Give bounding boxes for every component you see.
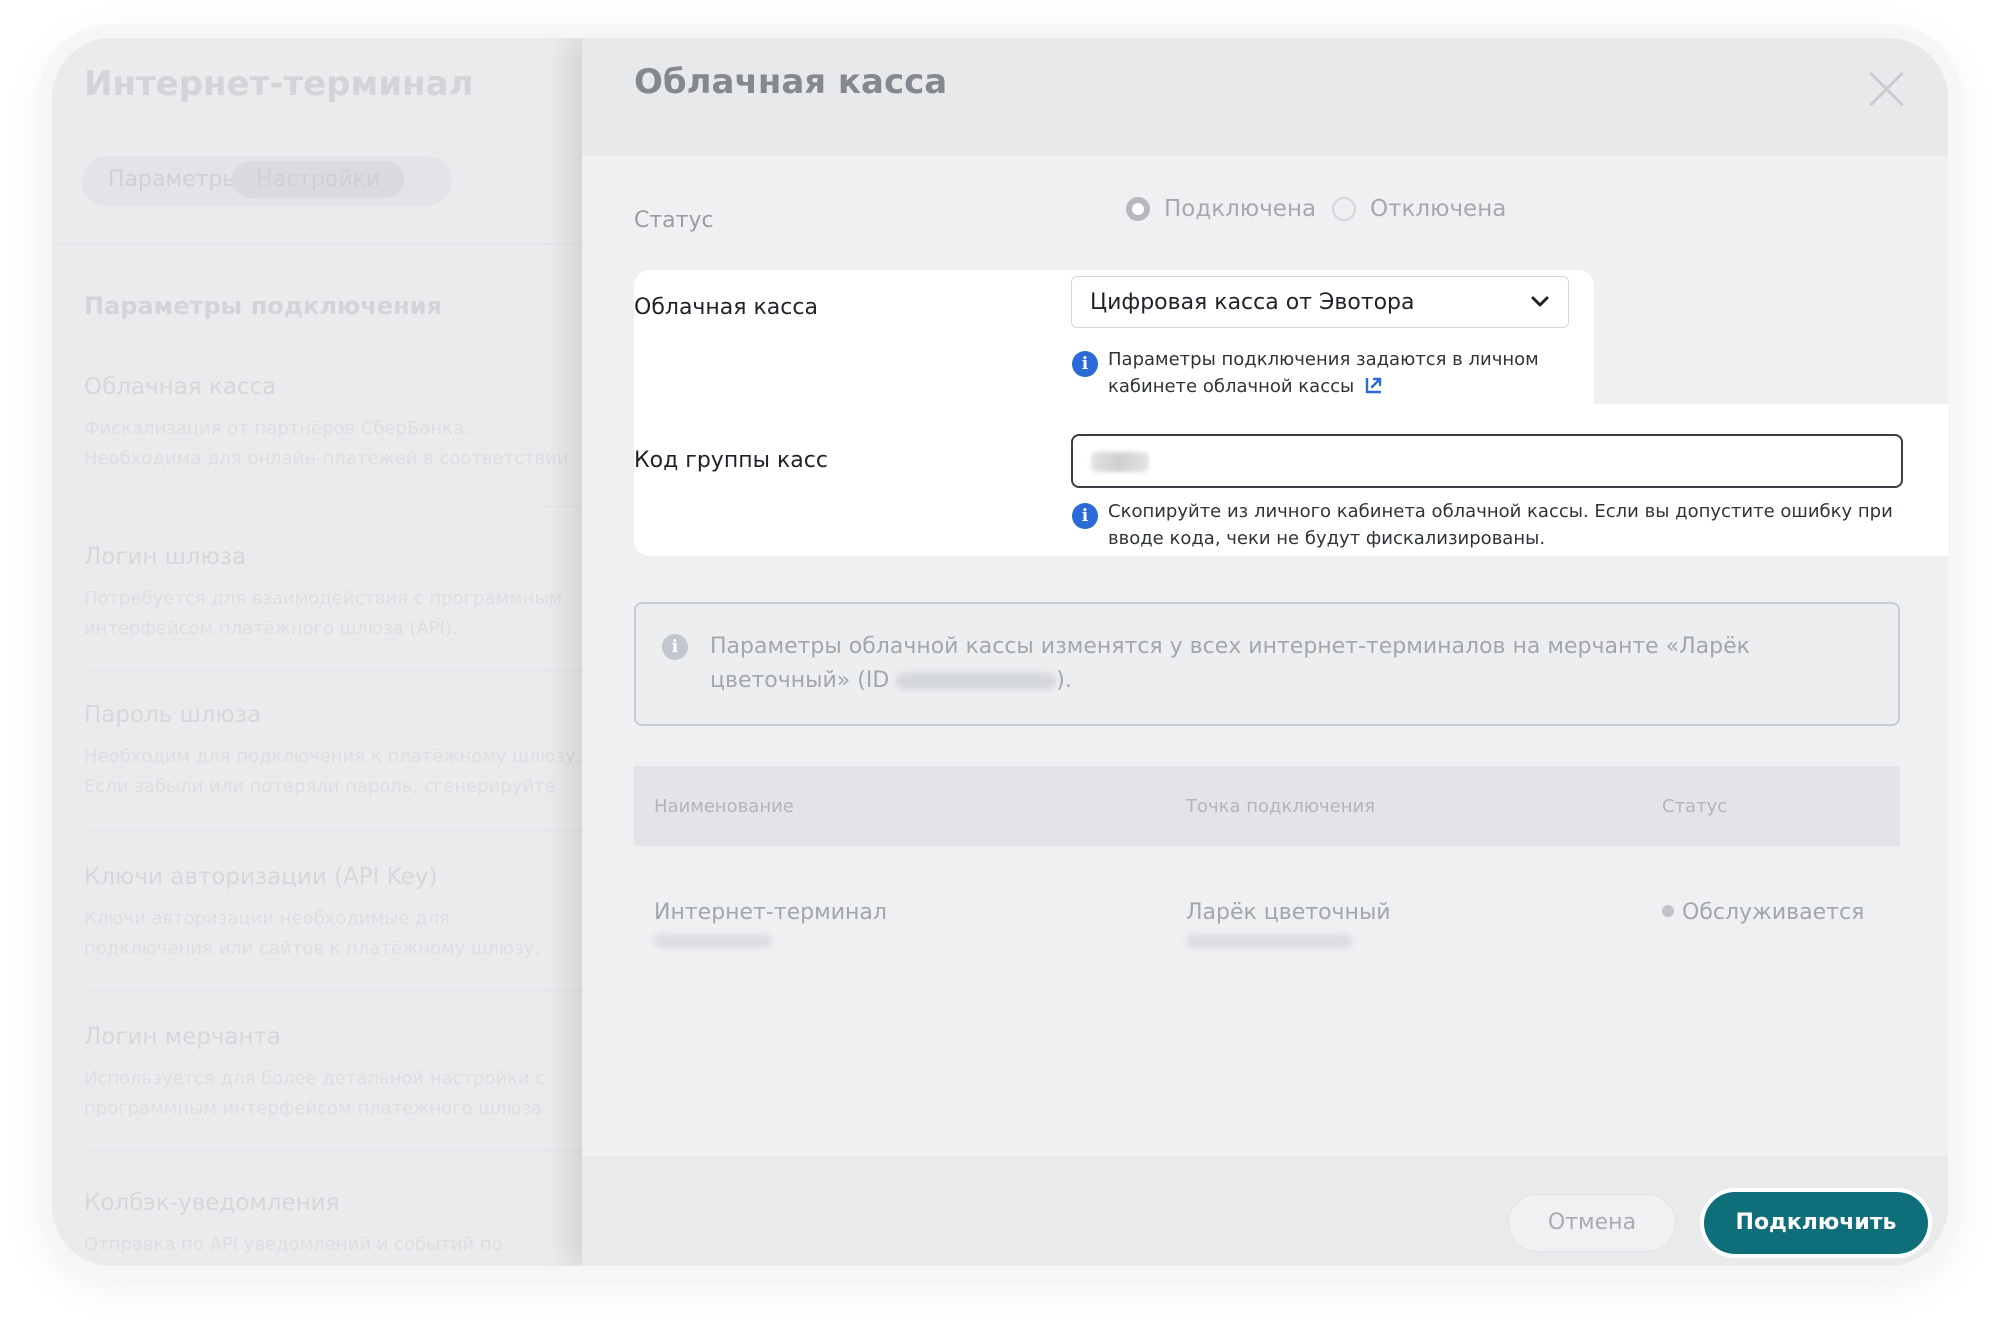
page-title: Интернет-терминал	[84, 64, 474, 104]
divider	[84, 830, 582, 831]
modal-footer: Отмена Подключить	[582, 1156, 1948, 1266]
settings-item-title: Логин шлюза	[84, 544, 247, 570]
tab-settings[interactable]: Настройки	[232, 161, 405, 198]
tab-bar: Параметры Настройки	[82, 156, 452, 206]
settings-item-title: Пароль шлюза	[84, 702, 262, 728]
column-header-point: Точка подключения	[1186, 796, 1376, 817]
connect-button[interactable]: Подключить	[1704, 1192, 1928, 1254]
settings-item-gateway-password[interactable]: Пароль шлюза Необходим для подключения к…	[84, 702, 584, 802]
background-page: Интернет-терминал Параметры Настройки Па…	[52, 38, 582, 1266]
settings-item-gateway-login[interactable]: Логин шлюза Потребуется для взаимодейств…	[84, 544, 584, 644]
settings-item-desc: Ключи авторизации необходимые для подклю…	[84, 908, 541, 959]
divider	[542, 506, 582, 507]
settings-item-title: Ключи авторизации (API Key)	[84, 864, 438, 890]
modal-body: i Параметры облачной кассы изменятся у в…	[582, 38, 1948, 1266]
notice-text-start: Параметры облачной кассы изменятся у все…	[710, 634, 1750, 693]
cell-status: Обслуживается	[1662, 900, 1864, 925]
tab-parameters[interactable]: Параметры	[108, 167, 240, 192]
cell-point-id-hidden	[1186, 934, 1352, 948]
section-title: Параметры подключения	[84, 292, 442, 320]
cancel-button[interactable]: Отмена	[1508, 1194, 1676, 1252]
divider	[84, 990, 582, 991]
cell-point: Ларёк цветочный	[1186, 900, 1391, 925]
notice-box: i Параметры облачной кассы изменятся у в…	[634, 602, 1900, 726]
settings-item-api-keys[interactable]: Ключи авторизации (API Key) Ключи автори…	[84, 864, 584, 964]
cell-name-id-hidden	[654, 934, 772, 948]
settings-item-desc: Отправка по API уведомлений и событий по…	[84, 1234, 503, 1266]
settings-item-cloud-register[interactable]: Облачная касса Фискализация от партнёров…	[84, 374, 584, 474]
settings-item-desc: Потребуется для взаимодействия с програм…	[84, 588, 563, 639]
divider	[84, 670, 582, 671]
divider	[52, 244, 582, 245]
app-window: Интернет-терминал Параметры Настройки Па…	[52, 38, 1948, 1266]
settings-item-desc: Используется для более детальной настрой…	[84, 1068, 546, 1119]
info-icon: i	[662, 634, 688, 660]
notice-text: Параметры облачной кассы изменятся у все…	[710, 630, 1880, 698]
column-header-name: Наименование	[654, 796, 794, 817]
settings-item-title: Логин мерчанта	[84, 1024, 282, 1050]
merchant-id-hidden	[896, 673, 1057, 689]
cell-name: Интернет-терминал	[654, 900, 887, 925]
notice-text-end: ).	[1056, 668, 1072, 693]
column-header-status: Статус	[1662, 796, 1728, 817]
settings-item-title: Колбэк-уведомления	[84, 1190, 340, 1216]
settings-item-callbacks[interactable]: Колбэк-уведомления Отправка по API уведо…	[84, 1190, 584, 1266]
settings-item-title: Облачная касса	[84, 374, 277, 400]
table-header: Наименование Точка подключения Статус	[634, 766, 1900, 846]
divider	[84, 1150, 582, 1151]
settings-item-desc: Необходим для подключения к платёжному ш…	[84, 746, 582, 797]
status-dot	[1662, 905, 1674, 917]
settings-item-merchant-login[interactable]: Логин мерчанта Используется для более де…	[84, 1024, 584, 1124]
settings-item-desc: Фискализация от партнёров СберБанка. Нео…	[84, 418, 569, 469]
status-text: Обслуживается	[1682, 900, 1865, 925]
